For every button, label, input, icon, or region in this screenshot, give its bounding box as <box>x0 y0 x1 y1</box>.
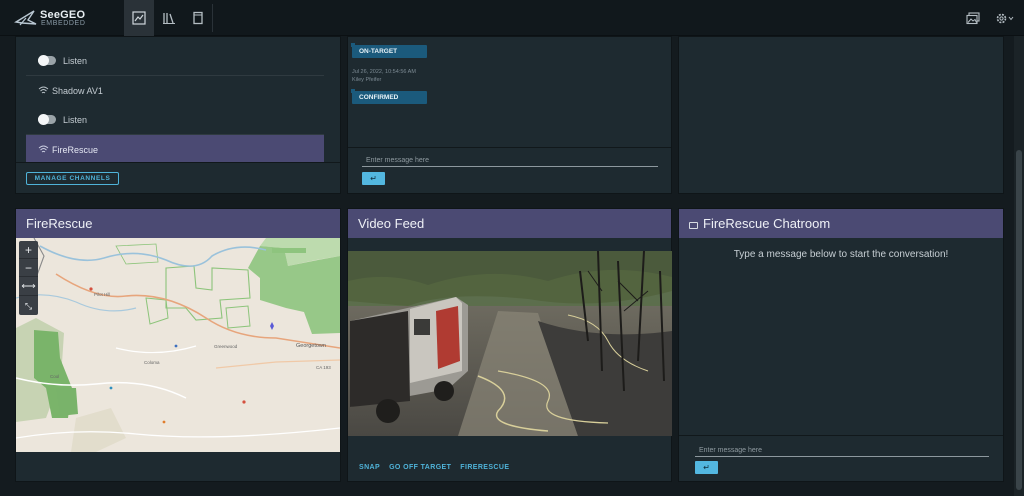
zoom-in-button[interactable]: + <box>19 241 38 259</box>
chart-icon <box>132 11 146 25</box>
video-actions: SNAP GO OFF TARGET FIRERESCUE <box>359 464 509 471</box>
brand-subtitle: EMBEDDED <box>41 20 86 27</box>
place-label-pilot-hill: Pilot Hill <box>94 292 110 297</box>
video-panel: Video Feed SNAP GO OFF TARGET FIRERESCUE <box>347 208 672 482</box>
listen-toggle[interactable] <box>38 55 56 66</box>
map-tiles: Georgetown CA 193 Pilot Hill Coloma Cool… <box>16 238 340 452</box>
chat-send-button[interactable]: ↵ <box>695 461 718 474</box>
channel-label: Shadow AV1 <box>52 85 103 96</box>
chatroom-panel: FireRescue Chatroom Type a message below… <box>678 208 1004 482</box>
manage-channels-button[interactable]: MANAGE CHANNELS <box>26 172 119 185</box>
panel-separator <box>679 435 1003 436</box>
nav-library-button[interactable] <box>154 0 184 36</box>
gear-icon <box>996 13 1014 23</box>
zoom-out-button[interactable]: − <box>19 259 38 277</box>
chat-empty-state: Type a message below to start the conver… <box>733 249 949 260</box>
listen-toggle-row[interactable]: Listen <box>26 46 324 75</box>
page-scrollbar-thumb[interactable] <box>1016 150 1022 490</box>
fit-bounds-button[interactable]: ⤡ <box>19 297 38 315</box>
listen-label: Listen <box>63 114 88 125</box>
chatroom-title: FireRescue Chatroom <box>703 216 831 231</box>
place-label-coloma: Coloma <box>144 360 160 365</box>
go-off-target-link[interactable]: GO OFF TARGET <box>389 464 451 471</box>
top-bar: SeeGEO EMBEDDED <box>0 0 1024 36</box>
gallery-button[interactable] <box>962 0 984 36</box>
message-input[interactable]: Enter message here <box>362 155 658 167</box>
top-right-panel <box>678 36 1004 194</box>
image-gallery-icon <box>966 11 980 24</box>
listen-toggle-row[interactable]: Listen <box>26 105 324 134</box>
chat-window-icon <box>689 222 698 229</box>
nav-chart-button[interactable] <box>124 0 154 36</box>
wifi-icon <box>38 145 49 153</box>
snap-link[interactable]: SNAP <box>359 464 380 471</box>
nav-document-button[interactable] <box>183 0 213 36</box>
nav-separator <box>212 4 213 32</box>
document-icon <box>193 11 203 25</box>
channel-item-firerescue[interactable]: FireRescue <box>26 135 324 162</box>
channel-label: FireRescue <box>52 144 99 155</box>
channel-item-shadow-av1[interactable]: Shadow AV1 <box>26 76 324 105</box>
map-panel-title: FireRescue <box>16 209 340 238</box>
status-badge: ON-TARGET <box>351 43 427 58</box>
map-view[interactable]: Georgetown CA 193 Pilot Hill Coloma Cool… <box>16 238 340 452</box>
message-author: Kiley Pfeifer <box>352 77 382 83</box>
listen-toggle[interactable] <box>38 114 56 125</box>
video-panel-title: Video Feed <box>348 209 671 238</box>
panel-separator <box>348 147 671 148</box>
status-badge: CONFIRMED <box>351 89 427 104</box>
seegeo-logo-icon <box>14 10 37 26</box>
channel-list: Listen Shadow AV1 Listen FireRescue <box>26 37 338 162</box>
app-logo[interactable]: SeeGEO EMBEDDED <box>14 8 124 30</box>
video-feed[interactable] <box>348 251 672 436</box>
map-controls: + − ⟷ ⤡ <box>19 241 38 315</box>
pan-button[interactable]: ⟷ <box>19 278 38 296</box>
place-label-georgetown: Georgetown <box>296 343 326 349</box>
settings-button[interactable] <box>993 0 1017 36</box>
chat-message-input[interactable]: Enter message here <box>695 445 989 457</box>
message-timestamp: Jul 26, 2022, 10:54:56 AM <box>352 69 416 75</box>
messages-panel: ON-TARGET Jul 26, 2022, 10:54:56 AM Kile… <box>347 36 672 194</box>
listen-label: Listen <box>63 55 88 66</box>
panel-separator <box>16 162 340 163</box>
library-icon <box>163 13 175 24</box>
place-label-ca-193: CA 193 <box>316 365 331 370</box>
wifi-icon <box>38 86 49 94</box>
map-panel: FireRescue Georgetown CA 193 Pilot Hill … <box>15 208 341 482</box>
send-button[interactable]: ↵ <box>362 172 385 185</box>
firerescue-link[interactable]: FIRERESCUE <box>460 464 509 471</box>
place-label-greenwood: Greenwood <box>214 344 238 349</box>
chatroom-panel-header: FireRescue Chatroom <box>679 209 1003 238</box>
place-label-cool: Cool <box>50 374 59 379</box>
channels-panel: Listen Shadow AV1 Listen FireRescue MANA… <box>15 36 341 194</box>
video-frame <box>348 251 672 436</box>
